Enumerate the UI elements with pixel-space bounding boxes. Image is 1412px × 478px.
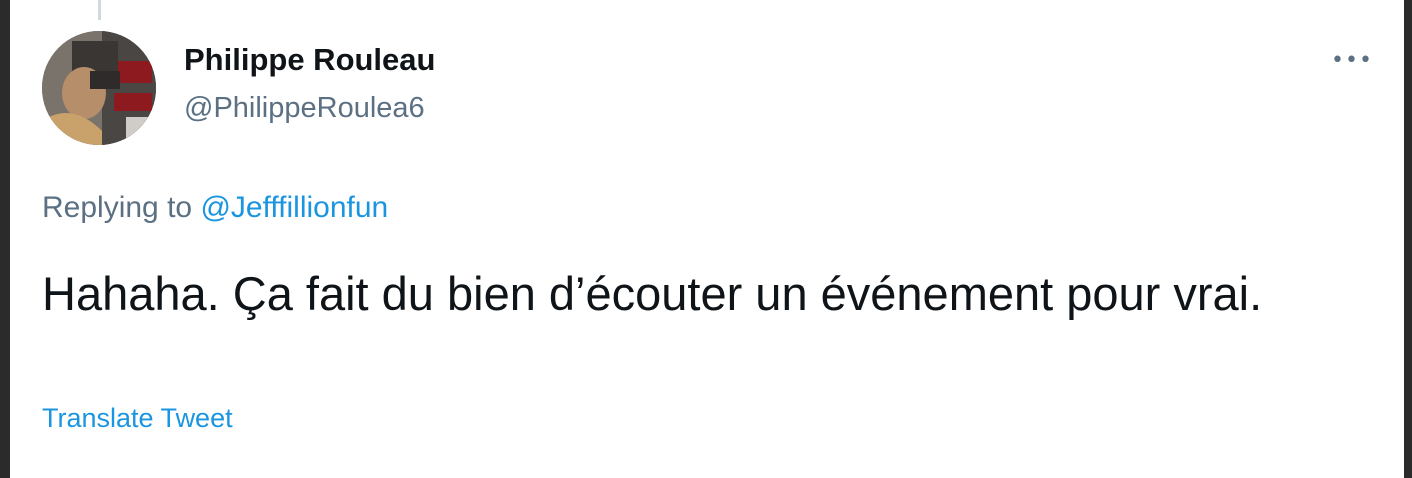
translate-tweet-link[interactable]: Translate Tweet — [42, 403, 233, 434]
replying-to-mention-link[interactable]: @Jefffillionfun — [200, 191, 388, 224]
author-handle[interactable]: @PhilippeRoulea6 — [184, 92, 425, 125]
avatar-image — [42, 31, 156, 145]
avatar[interactable] — [42, 31, 156, 145]
tweet-card: Philippe Rouleau @PhilippeRoulea6 ••• Re… — [10, 0, 1404, 478]
tweet-text: Hahaha. Ça fait du bien d’écouter un évé… — [42, 267, 1263, 320]
more-options-button[interactable]: ••• — [1330, 42, 1374, 78]
thread-connector-line — [98, 0, 101, 20]
author-name[interactable]: Philippe Rouleau — [184, 42, 435, 78]
more-horizontal-icon: ••• — [1331, 47, 1373, 73]
replying-to-line: Replying to @Jefffillionfun — [42, 191, 388, 225]
replying-to-prefix: Replying to — [42, 191, 193, 224]
